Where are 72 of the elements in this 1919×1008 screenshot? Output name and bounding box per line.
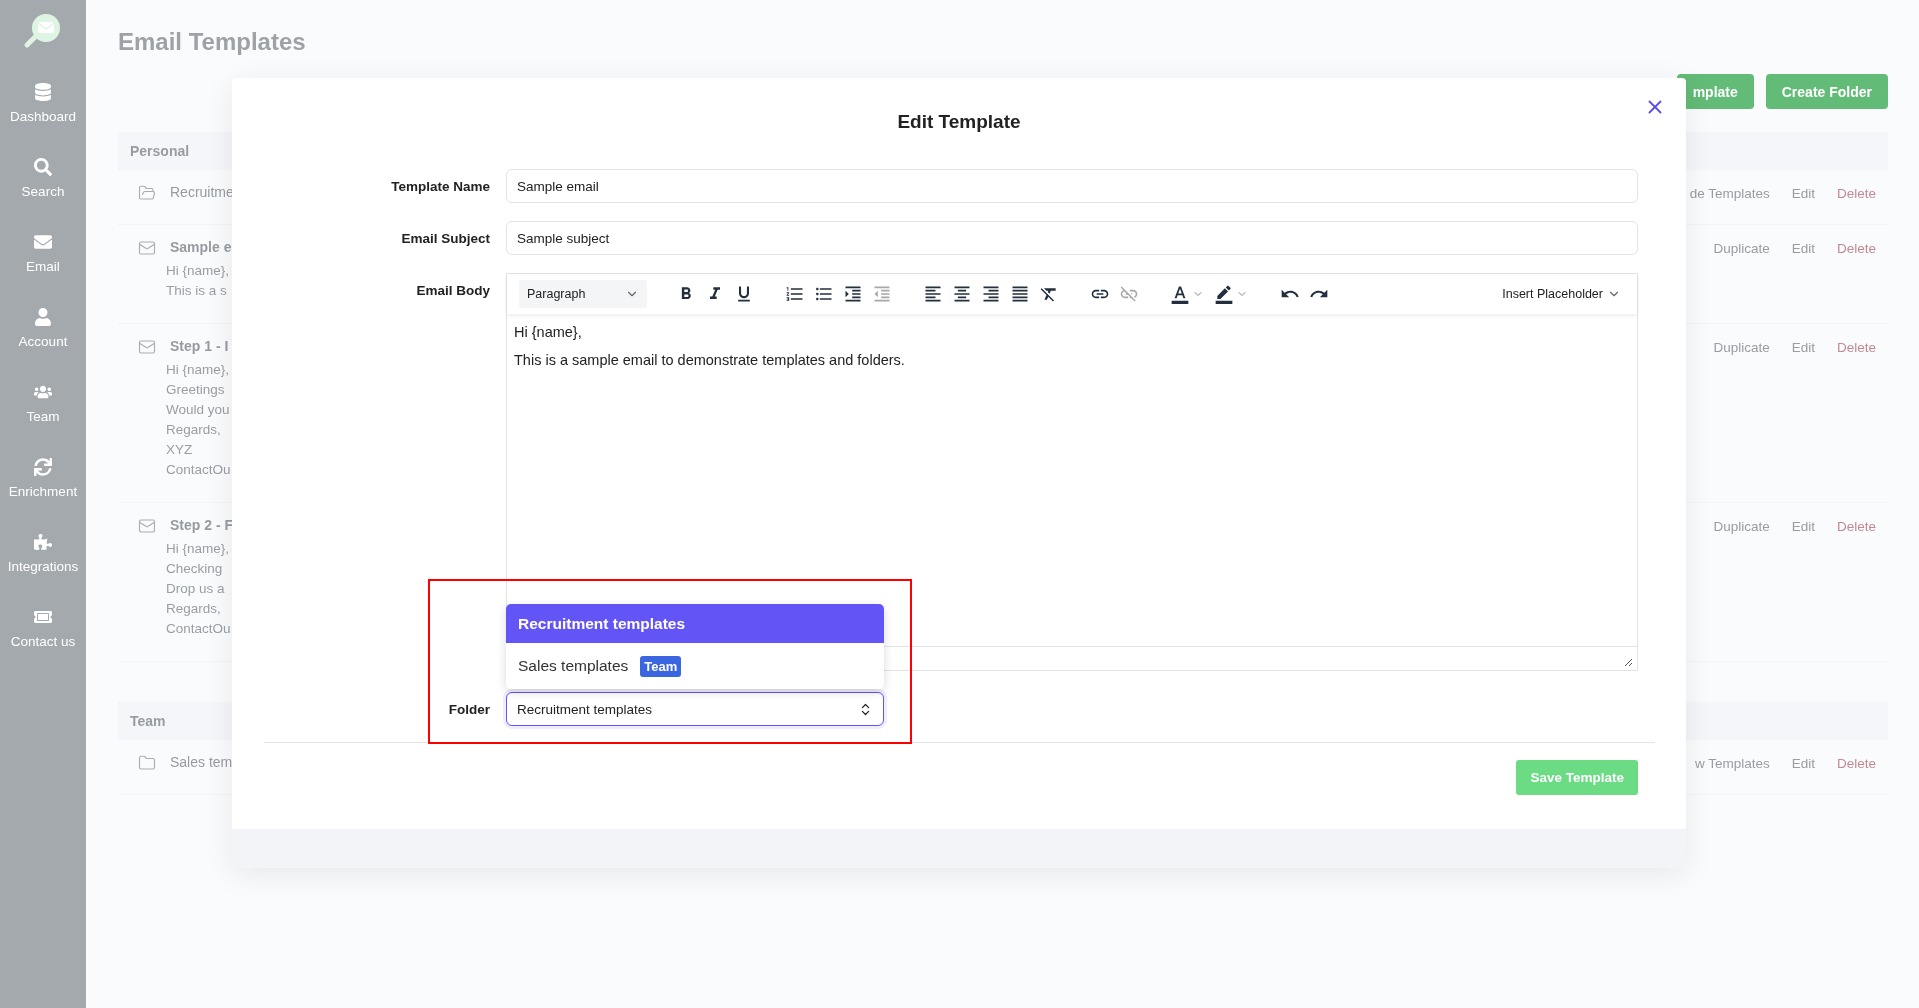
envelope-icon: [138, 338, 156, 356]
sidebar-item[interactable]: Enrichment: [8, 448, 78, 508]
open-folder-icon: [138, 184, 156, 202]
option-label: Recruitment templates: [518, 614, 686, 633]
text-field[interactable]: Sample email: [506, 169, 1638, 203]
page-title: Email Templates: [118, 28, 307, 56]
preview-line: ContactOu: [166, 462, 231, 477]
row-action-link[interactable]: Edit: [1791, 756, 1815, 772]
text-field[interactable]: Sample subject: [506, 221, 1638, 255]
row-action-link[interactable]: Duplicate: [1713, 519, 1770, 639]
row-action-link[interactable]: Duplicate: [1713, 340, 1770, 480]
page-button[interactable]: Create Folder: [1765, 74, 1888, 109]
dropdown-option[interactable]: Recruitment templates: [506, 604, 884, 643]
sidebar-item[interactable]: Dashboard: [9, 73, 76, 133]
folder-select[interactable]: Recruitment templates: [506, 692, 884, 726]
sidebar-item[interactable]: Contact us: [10, 598, 76, 658]
row-action-link[interactable]: Delete: [1836, 756, 1876, 772]
row-title: Step 2 - F: [170, 517, 233, 533]
folder-icon: [138, 754, 156, 772]
refresh-icon: [34, 457, 52, 476]
dropdown-option[interactable]: Sales templates Team: [506, 643, 884, 689]
preview-line: Regards,: [166, 422, 221, 437]
sidebar-item[interactable]: Search: [21, 148, 65, 208]
field-label: Email Body: [415, 282, 490, 298]
row-title: Sales tem: [170, 754, 233, 770]
preview-line: Regards,: [166, 601, 221, 616]
database-icon: [34, 82, 52, 101]
row-action-link[interactable]: w Templates: [1694, 756, 1770, 772]
search-icon: [34, 157, 52, 176]
field-label: Template Name: [390, 178, 490, 194]
puzzle-icon: [34, 532, 52, 551]
row-action-link[interactable]: Duplicate: [1713, 241, 1770, 301]
row-action-link[interactable]: Delete: [1836, 519, 1876, 639]
preview-line: Hi {name},: [166, 541, 230, 556]
preview-line: Hi {name},: [166, 362, 230, 377]
body-text: Hi {name},: [514, 324, 583, 340]
row-action-link[interactable]: de Templates: [1689, 186, 1770, 202]
team-tag: Team: [640, 655, 682, 677]
envelope-icon: [138, 239, 156, 257]
sidebar-item[interactable]: Team: [26, 373, 60, 433]
row-action-link[interactable]: Delete: [1836, 186, 1876, 202]
field-label: Email Subject: [400, 230, 490, 246]
envelope-icon: [34, 232, 52, 251]
resize-handle-icon[interactable]: [1624, 658, 1633, 667]
preview-line: Greetings: [166, 382, 225, 397]
preview-line: Drop us a: [166, 581, 225, 596]
row-title: Step 1 - I: [170, 338, 230, 354]
save-button[interactable]: Save Template: [1516, 760, 1638, 795]
row-action-link[interactable]: Edit: [1791, 241, 1815, 301]
row-action-link[interactable]: Delete: [1836, 241, 1876, 301]
envelope-icon: [138, 517, 156, 535]
preview-line: XYZ: [166, 442, 193, 457]
row-action-link[interactable]: Edit: [1791, 186, 1815, 202]
row-title: Recruitme: [170, 184, 234, 200]
row-action-link[interactable]: Edit: [1791, 340, 1815, 480]
body-text: This is a sample email to demonstrate templates and folders.: [514, 352, 906, 368]
sidebar-item[interactable]: Integrations: [7, 523, 79, 583]
preview-line: Would you: [166, 402, 230, 417]
dialog-title: Edit Template: [897, 110, 1021, 133]
field-label: Folder: [447, 701, 490, 717]
preview-line: This is a s: [166, 283, 227, 298]
row-action-link[interactable]: Edit: [1791, 519, 1815, 639]
user-icon: [34, 307, 52, 326]
sidebar-item[interactable]: Email: [26, 223, 60, 283]
sidebar-item[interactable]: Account: [18, 298, 68, 358]
preview-line: ContactOu: [166, 621, 231, 636]
preview-line: Checking: [166, 561, 223, 576]
row-action-link[interactable]: Delete: [1836, 340, 1876, 480]
row-title: Sample e: [170, 239, 232, 255]
block-format-select[interactable]: Paragraph: [519, 280, 647, 308]
preview-line: Hi {name},: [166, 263, 230, 278]
insert-placeholder-menu[interactable]: Insert Placeholder: [1496, 286, 1627, 302]
